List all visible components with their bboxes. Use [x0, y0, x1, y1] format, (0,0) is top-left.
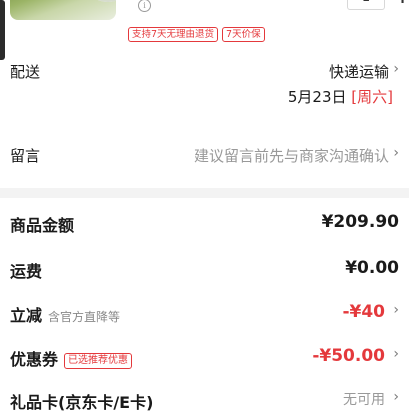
gift-card-value[interactable]: 无可用: [343, 389, 385, 409]
coupon-value[interactable]: -¥50.00: [312, 346, 385, 366]
product-card-bottom: i 1 + 支持7天无理由退货 7天价保: [0, 0, 409, 60]
delivery-date[interactable]: 5月23日 [周六]: [288, 86, 393, 107]
coupon-label-group: 优惠券 已选推荐优惠: [10, 346, 133, 370]
badge-return-policy: 支持7天无理由退货: [128, 27, 219, 42]
quantity-value[interactable]: 1: [347, 0, 385, 10]
scroll-edge-indicator: [0, 0, 5, 60]
coupon-selected-tag: 已选推荐优惠: [64, 353, 133, 369]
service-badges: 支持7天无理由退货 7天价保: [128, 27, 265, 42]
instant-discount-value[interactable]: -¥40: [342, 302, 385, 322]
section-divider: [0, 188, 409, 198]
goods-amount-label: 商品金额: [10, 216, 75, 235]
gift-card-label: 礼品卡(京东卡/E卡): [10, 393, 154, 412]
chevron-right-icon[interactable]: ›: [393, 346, 399, 362]
delivery-method[interactable]: 快递运输: [329, 61, 389, 82]
delivery-date-text: 5月23日: [287, 88, 347, 106]
plus-icon[interactable]: +: [395, 0, 409, 7]
chevron-right-icon[interactable]: ›: [393, 61, 399, 77]
instant-discount-label-group: 立减 含官方直降等: [10, 302, 120, 326]
message-label: 留言: [10, 147, 41, 165]
chevron-right-icon[interactable]: ›: [393, 145, 399, 161]
instant-discount-note: 含官方直降等: [48, 310, 121, 324]
chevron-right-icon[interactable]: ›: [393, 302, 399, 318]
badge-price-protection: 7天价保: [222, 27, 265, 42]
freight-label: 运费: [10, 262, 43, 281]
goods-amount-value: ¥209.90: [321, 212, 399, 232]
delivery-weekday: [周六]: [351, 88, 393, 106]
product-image[interactable]: [10, 0, 116, 20]
coupon-label: 优惠券: [10, 350, 59, 369]
message-input[interactable]: 建议留言前先与商家沟通确认: [194, 145, 389, 166]
freight-value: ¥0.00: [345, 258, 399, 278]
chevron-right-icon[interactable]: ›: [393, 389, 399, 405]
info-icon[interactable]: i: [138, 0, 151, 12]
quantity-stepper[interactable]: 1 +: [323, 0, 409, 10]
instant-discount-label: 立减: [10, 306, 43, 325]
delivery-label: 配送: [10, 63, 41, 81]
